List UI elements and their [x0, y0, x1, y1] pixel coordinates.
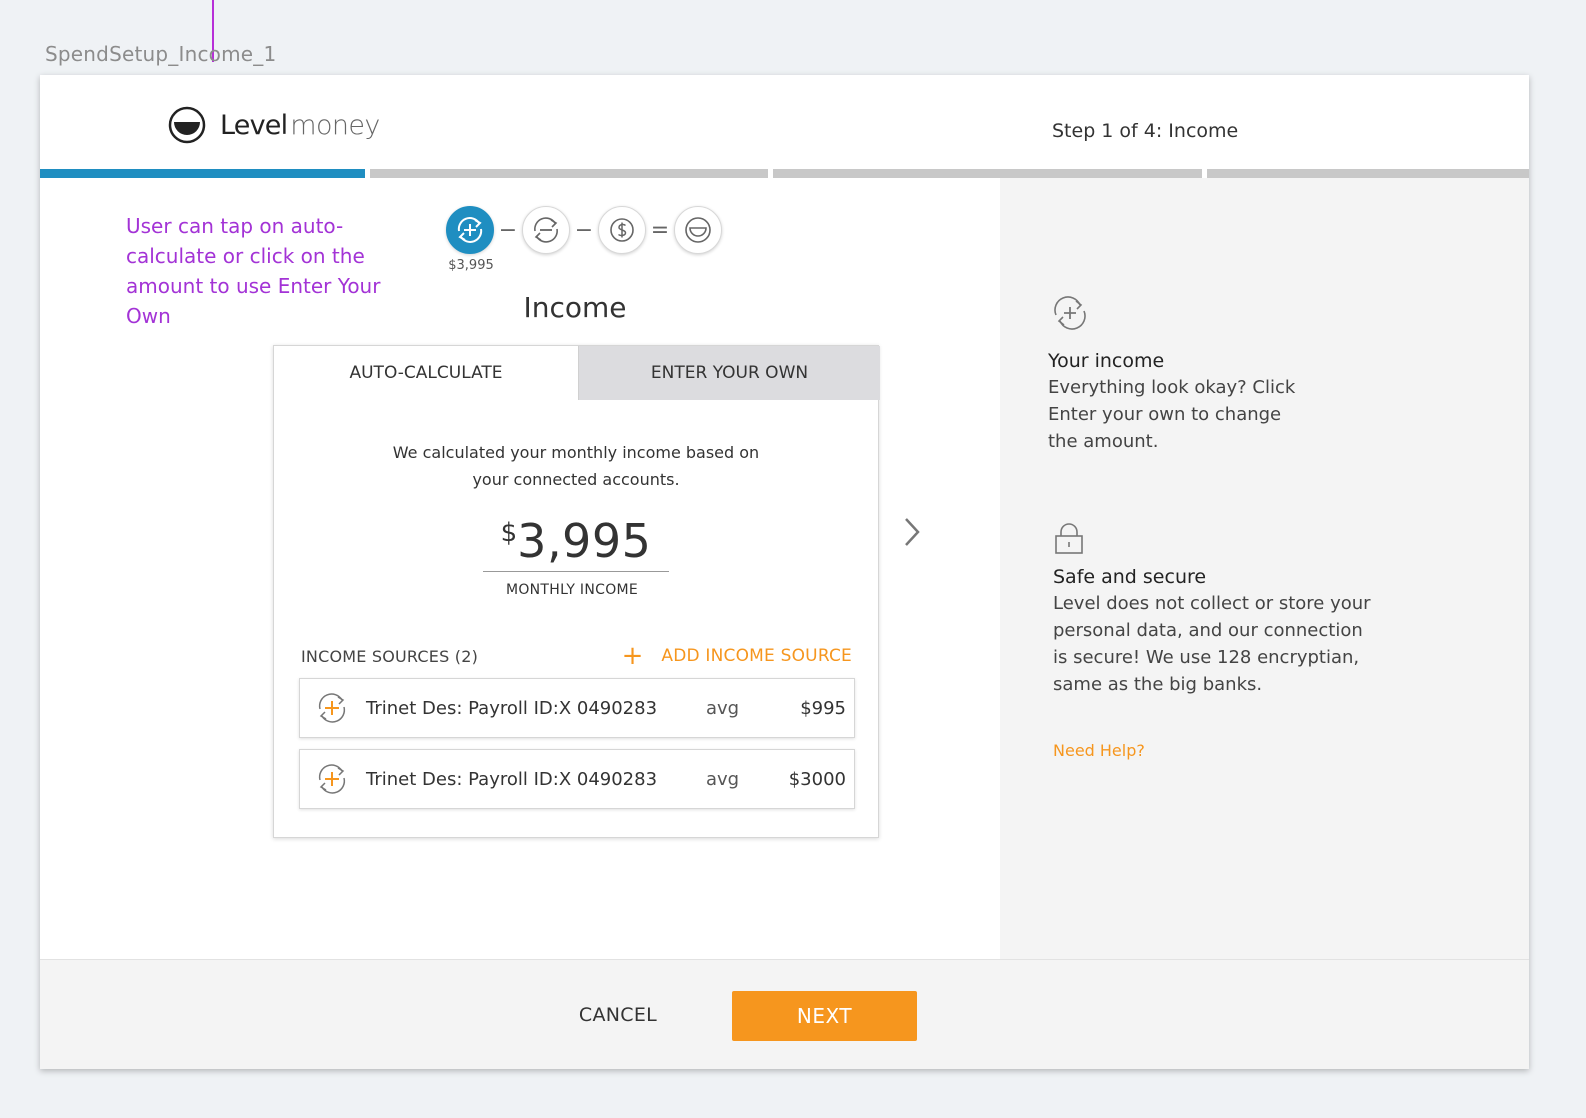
income-card: AUTO-CALCULATE ENTER YOUR OWN We calcula… [273, 345, 880, 838]
add-income-source-label: ADD INCOME SOURCE [661, 646, 852, 666]
plus-icon: + [621, 641, 644, 671]
page-title: Income [523, 291, 627, 324]
income-source-amount: $3000 [788, 768, 846, 790]
calculation-description-text: We calculated your monthly income based … [392, 443, 760, 489]
progress-segment-4 [1207, 169, 1529, 178]
tab-enter-your-own[interactable]: ENTER YOUR OWN [578, 346, 880, 400]
income-sources-heading: INCOME SOURCES (2) [301, 647, 479, 666]
tab-auto-calculate[interactable]: AUTO-CALCULATE [274, 346, 578, 400]
level-bowl-icon [685, 217, 711, 243]
income-source-avg-label: avg [706, 768, 740, 790]
monthly-income-amount[interactable]: $3,995 [483, 514, 669, 572]
lock-icon [1055, 523, 1083, 554]
logo: Level money [168, 106, 380, 144]
next-button[interactable]: NEXT [732, 991, 917, 1041]
amount-currency: $ [500, 518, 518, 548]
footer-bar: CANCEL NEXT [40, 959, 1529, 1069]
equation-savings-step[interactable] [598, 206, 646, 254]
logo-text-level: Level [220, 109, 288, 141]
your-income-heading: Your income [1048, 350, 1165, 372]
income-source-name: Trinet Des: Payroll ID:X 0490283 [366, 768, 658, 790]
logo-text-money: money [290, 109, 380, 141]
your-income-description: Everything look okay? Click Enter your o… [1048, 377, 1296, 452]
artboard-label: SpendSetup_Income_1 [45, 42, 277, 66]
need-help-link[interactable]: Need Help? [1053, 741, 1145, 760]
level-logo-icon [168, 106, 206, 144]
equation-minus-2: − [574, 217, 594, 243]
cancel-button[interactable]: CANCEL [560, 1004, 676, 1026]
income-source-name: Trinet Des: Payroll ID:X 0490283 [366, 697, 658, 719]
step-indicator: Step 1 of 4: Income [1052, 120, 1239, 142]
income-cycle-icon [457, 217, 483, 243]
income-info-icon [1054, 296, 1086, 330]
dollar-coin-icon [610, 218, 634, 242]
calculation-description: We calculated your monthly income based … [274, 439, 878, 493]
amount-value: 3,995 [517, 514, 652, 568]
chevron-right-icon[interactable] [902, 515, 922, 549]
progress-segment-3 [773, 169, 1202, 178]
safe-secure-heading: Safe and secure [1053, 566, 1207, 588]
income-cycle-icon [318, 693, 346, 723]
progress-bar [40, 169, 1529, 178]
income-cycle-icon [318, 764, 346, 794]
equation-income-amount: $3,995 [448, 258, 494, 273]
equation-minus-1: − [498, 217, 518, 243]
safe-secure-description: Level does not collect or store your per… [1053, 593, 1371, 695]
income-source-row[interactable]: Trinet Des: Payroll ID:X 0490283 avg $99… [299, 678, 855, 738]
equation-expenses-step[interactable] [522, 206, 570, 254]
income-source-row[interactable]: Trinet Des: Payroll ID:X 0490283 avg $30… [299, 749, 855, 809]
equation-income-step[interactable] [446, 206, 494, 254]
equation-equals: = [650, 217, 670, 243]
progress-segment-2 [370, 169, 768, 178]
progress-segment-1 [40, 169, 365, 178]
app-window: Level money Step 1 of 4: Income User can… [40, 75, 1529, 1069]
expense-cycle-icon [534, 217, 558, 243]
monthly-income-label: MONTHLY INCOME [505, 582, 639, 598]
income-source-amount: $995 [800, 697, 846, 719]
budget-equation: − − = [446, 206, 722, 254]
equation-spendable-step[interactable] [674, 206, 722, 254]
add-income-source-button[interactable]: + ADD INCOME SOURCE [622, 643, 852, 669]
header: Level money Step 1 of 4: Income [40, 75, 1529, 169]
income-source-avg-label: avg [706, 697, 740, 719]
